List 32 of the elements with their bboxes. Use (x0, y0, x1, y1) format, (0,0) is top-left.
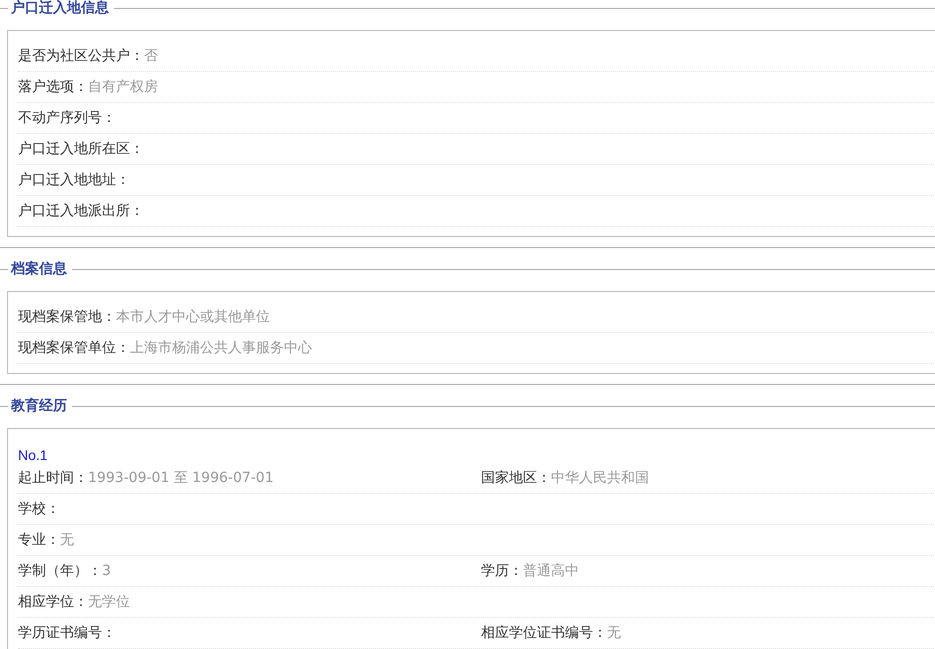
field-label: 学历证书编号： (18, 624, 116, 642)
field-value: 无 (60, 531, 74, 549)
field-label: 户口迁入地派出所： (18, 202, 144, 220)
field-label: 学校： (18, 500, 60, 518)
field-value: 本市人才中心或其他单位 (116, 308, 270, 326)
field-label: 现档案保管地： (18, 308, 116, 326)
field-label: 学历： (481, 562, 523, 580)
field-label: 国家地区： (481, 469, 551, 487)
section-title: 档案信息 (11, 260, 67, 278)
field-label: 起止时间： (18, 469, 88, 487)
field-value: 无学位 (88, 593, 130, 611)
field-label: 相应学位： (18, 593, 88, 611)
field-value: 中华人民共和国 (551, 469, 649, 487)
field-label: 不动产序列号： (18, 109, 116, 127)
field-value: 自有产权房 (88, 78, 158, 96)
field-label: 户口迁入地地址： (18, 171, 130, 189)
field-value: 普通高中 (523, 562, 579, 580)
field-label: 是否为社区公共户： (18, 47, 144, 65)
section-title: 教育经历 (11, 397, 67, 415)
section-title: 户口迁入地信息 (11, 0, 109, 17)
field-label: 落户选项： (18, 78, 88, 96)
field-value: 上海市杨浦公共人事服务中心 (130, 339, 312, 357)
field-label: 户口迁入地所在区： (18, 140, 144, 158)
field-value: 3 (102, 563, 111, 579)
field-label: 相应学位证书编号： (481, 624, 607, 642)
field-value: 1993-09-01 至 1996-07-01 (88, 469, 274, 487)
field-label: 专业： (18, 531, 60, 549)
field-label: 学制（年）： (18, 562, 102, 580)
field-value: 否 (144, 47, 158, 65)
record-number: No.1 (18, 446, 49, 463)
field-label: 现档案保管单位： (18, 339, 130, 357)
field-value: 无 (607, 624, 621, 642)
